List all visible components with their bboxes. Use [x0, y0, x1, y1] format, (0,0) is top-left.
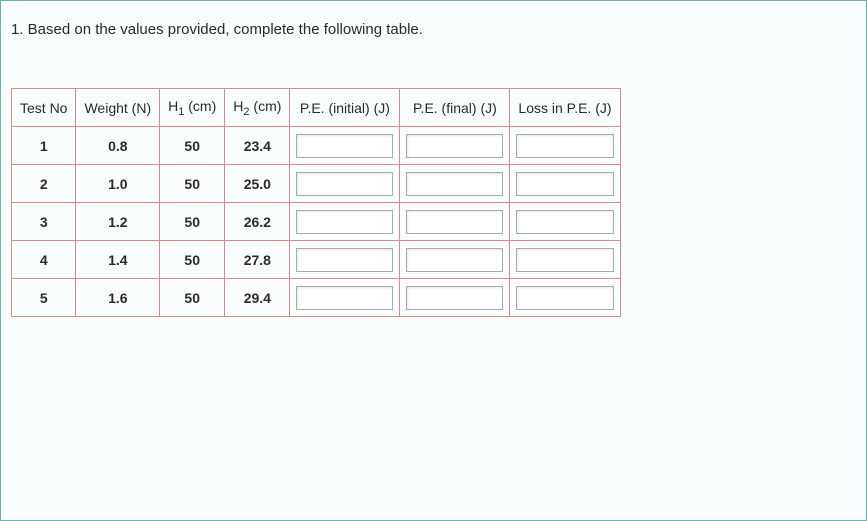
pe-init-input[interactable]	[296, 172, 393, 196]
cell-h1: 50	[160, 203, 225, 241]
cell-h1: 50	[160, 279, 225, 317]
header-pe-final: P.E. (final) (J)	[400, 89, 510, 127]
cell-h2: 23.4	[225, 127, 290, 165]
header-h2-prefix: H	[233, 98, 243, 114]
cell-testno: 3	[12, 203, 76, 241]
cell-loss	[510, 241, 620, 279]
header-h2-suffix: (cm)	[250, 98, 282, 114]
pe-init-input[interactable]	[296, 210, 393, 234]
table-row: 4 1.4 50 27.8	[12, 241, 621, 279]
cell-testno: 4	[12, 241, 76, 279]
cell-pe-final	[400, 203, 510, 241]
question-text: 1. Based on the values provided, complet…	[11, 21, 856, 38]
cell-pe-init	[290, 241, 400, 279]
cell-weight: 1.4	[76, 241, 160, 279]
cell-h1: 50	[160, 241, 225, 279]
table-row: 1 0.8 50 23.4	[12, 127, 621, 165]
cell-h2: 26.2	[225, 203, 290, 241]
header-loss: Loss in P.E. (J)	[510, 89, 620, 127]
cell-weight: 1.0	[76, 165, 160, 203]
cell-pe-init	[290, 127, 400, 165]
cell-h2: 25.0	[225, 165, 290, 203]
cell-h1: 50	[160, 127, 225, 165]
header-h1-prefix: H	[168, 98, 178, 114]
pe-final-input[interactable]	[406, 172, 503, 196]
cell-loss	[510, 279, 620, 317]
header-pe-init: P.E. (initial) (J)	[290, 89, 400, 127]
cell-h2: 29.4	[225, 279, 290, 317]
cell-loss	[510, 203, 620, 241]
cell-pe-init	[290, 279, 400, 317]
loss-input[interactable]	[516, 210, 613, 234]
cell-h2: 27.8	[225, 241, 290, 279]
cell-pe-init	[290, 165, 400, 203]
loss-input[interactable]	[516, 172, 613, 196]
cell-loss	[510, 165, 620, 203]
cell-pe-final	[400, 127, 510, 165]
cell-weight: 1.2	[76, 203, 160, 241]
header-row: Test No Weight (N) H1 (cm) H2 (cm) P.E. …	[12, 89, 621, 127]
header-h1: H1 (cm)	[160, 89, 225, 127]
table-row: 3 1.2 50 26.2	[12, 203, 621, 241]
data-table: Test No Weight (N) H1 (cm) H2 (cm) P.E. …	[11, 88, 621, 317]
cell-pe-init	[290, 203, 400, 241]
cell-testno: 2	[12, 165, 76, 203]
cell-testno: 1	[12, 127, 76, 165]
cell-weight: 0.8	[76, 127, 160, 165]
pe-init-input[interactable]	[296, 248, 393, 272]
pe-final-input[interactable]	[406, 248, 503, 272]
table-row: 5 1.6 50 29.4	[12, 279, 621, 317]
pe-final-input[interactable]	[406, 210, 503, 234]
cell-loss	[510, 127, 620, 165]
header-weight: Weight (N)	[76, 89, 160, 127]
cell-pe-final	[400, 279, 510, 317]
cell-weight: 1.6	[76, 279, 160, 317]
loss-input[interactable]	[516, 286, 613, 310]
loss-input[interactable]	[516, 134, 613, 158]
cell-testno: 5	[12, 279, 76, 317]
header-h2: H2 (cm)	[225, 89, 290, 127]
cell-h1: 50	[160, 165, 225, 203]
table-row: 2 1.0 50 25.0	[12, 165, 621, 203]
pe-final-input[interactable]	[406, 134, 503, 158]
pe-final-input[interactable]	[406, 286, 503, 310]
loss-input[interactable]	[516, 248, 613, 272]
cell-pe-final	[400, 241, 510, 279]
cell-pe-final	[400, 165, 510, 203]
pe-init-input[interactable]	[296, 134, 393, 158]
header-h1-suffix: (cm)	[184, 98, 216, 114]
header-testno: Test No	[12, 89, 76, 127]
pe-init-input[interactable]	[296, 286, 393, 310]
